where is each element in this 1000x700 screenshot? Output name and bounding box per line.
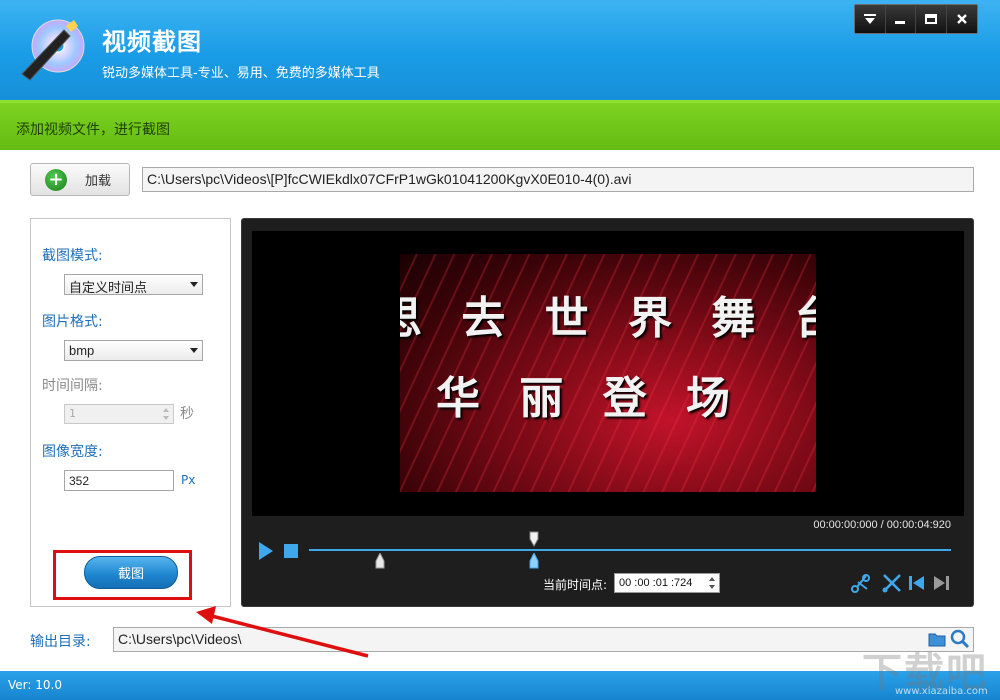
cut-settings-button[interactable] (849, 571, 873, 595)
video-subtitle-line1: 思 去 世 界 舞 台 (400, 293, 816, 344)
load-button[interactable]: + 加载 (30, 163, 130, 196)
step-instruction: 添加视频文件，进行截图 (16, 122, 170, 138)
menu-icon (863, 14, 876, 24)
image-format-select[interactable]: bmp (64, 340, 203, 361)
cut-button[interactable] (880, 571, 904, 595)
step-bar: 添加视频文件，进行截图 (0, 100, 1000, 150)
disc-wand-icon (21, 19, 85, 81)
current-time-value: 00 :00 :01 :724 (619, 577, 693, 589)
start-marker-icon[interactable] (375, 553, 385, 569)
current-marker-icon[interactable] (529, 553, 539, 569)
app-header: 视频截图 锐动多媒体工具-专业、易用、免费的多媒体工具 (0, 0, 1000, 100)
capture-mode-select[interactable]: 自定义时间点 (64, 274, 203, 295)
video-subtitle-line2: 华 丽 登 场 (436, 373, 742, 424)
width-unit: Px (181, 473, 196, 487)
status-bar: Ver: 10.0 (0, 671, 1000, 700)
close-icon (956, 14, 967, 24)
app-subtitle: 锐动多媒体工具-专业、易用、免费的多媒体工具 (102, 66, 380, 81)
interval-label: 时间间隔: (42, 378, 103, 394)
watermark-url: www.xiazaiba.com (895, 686, 988, 697)
previous-frame-button[interactable] (905, 571, 929, 595)
menu-button[interactable] (855, 5, 886, 33)
output-dir-label: 输出目录: (30, 634, 91, 650)
image-width-input[interactable]: 352 (64, 470, 174, 491)
capture-button[interactable]: 截图 (84, 556, 178, 589)
video-frame: 思 去 世 界 舞 台 华 丽 登 场 (400, 254, 816, 492)
current-time-label: 当前时间点: (543, 578, 608, 592)
play-button[interactable] (259, 542, 273, 560)
interval-unit: 秒 (180, 406, 194, 422)
interval-value: 1 (69, 407, 76, 420)
capture-mode-label: 截图模式: (42, 248, 103, 264)
annotation-arrow-icon (196, 606, 369, 658)
image-format-label: 图片格式: (42, 314, 103, 330)
current-top-marker-icon[interactable] (529, 531, 539, 547)
stop-button[interactable] (284, 544, 298, 558)
minimize-icon (895, 21, 906, 24)
progress-track[interactable] (309, 549, 951, 551)
scissors-icon (882, 574, 901, 593)
skip-forward-icon (934, 576, 949, 590)
video-screen: 思 去 世 界 舞 台 华 丽 登 场 (252, 231, 964, 516)
version-text: Ver: 10.0 (8, 678, 62, 692)
file-path-field[interactable]: C:\Users\pc\Videos\[P]fcCWIEkdlx07CFrP1w… (142, 167, 974, 192)
timecode-display: 00:00:00:000 / 00:00:04:920 (813, 519, 951, 531)
capture-highlight-box: 截图 (53, 550, 192, 600)
chevron-down-icon (190, 282, 198, 287)
maximize-button[interactable] (916, 5, 947, 33)
next-frame-button[interactable] (929, 571, 953, 595)
image-format-value: bmp (69, 343, 95, 358)
maximize-icon (924, 14, 937, 24)
interval-stepper[interactable]: 1 (64, 404, 174, 424)
minimize-button[interactable] (885, 5, 916, 33)
video-player: 思 去 世 界 舞 台 华 丽 登 场 00:00:00:000 / 00:00… (241, 218, 974, 607)
plus-icon: + (45, 168, 67, 191)
close-button[interactable] (946, 5, 977, 33)
app-title: 视频截图 (102, 28, 202, 56)
settings-panel: 截图模式: 自定义时间点 图片格式: bmp 时间间隔: 1 秒 图像宽度: 3… (30, 218, 231, 607)
capture-mode-value: 自定义时间点 (69, 280, 148, 295)
skip-back-icon (909, 576, 924, 590)
chevron-down-icon (190, 348, 198, 353)
scissors-gear-icon (851, 574, 870, 593)
spin-arrows-icon (709, 577, 715, 589)
image-width-label: 图像宽度: (42, 444, 103, 460)
window-controls (854, 4, 978, 34)
load-button-label: 加载 (85, 174, 112, 189)
current-time-input[interactable]: 00 :00 :01 :724 (614, 573, 720, 593)
spin-arrows-icon (163, 408, 169, 420)
